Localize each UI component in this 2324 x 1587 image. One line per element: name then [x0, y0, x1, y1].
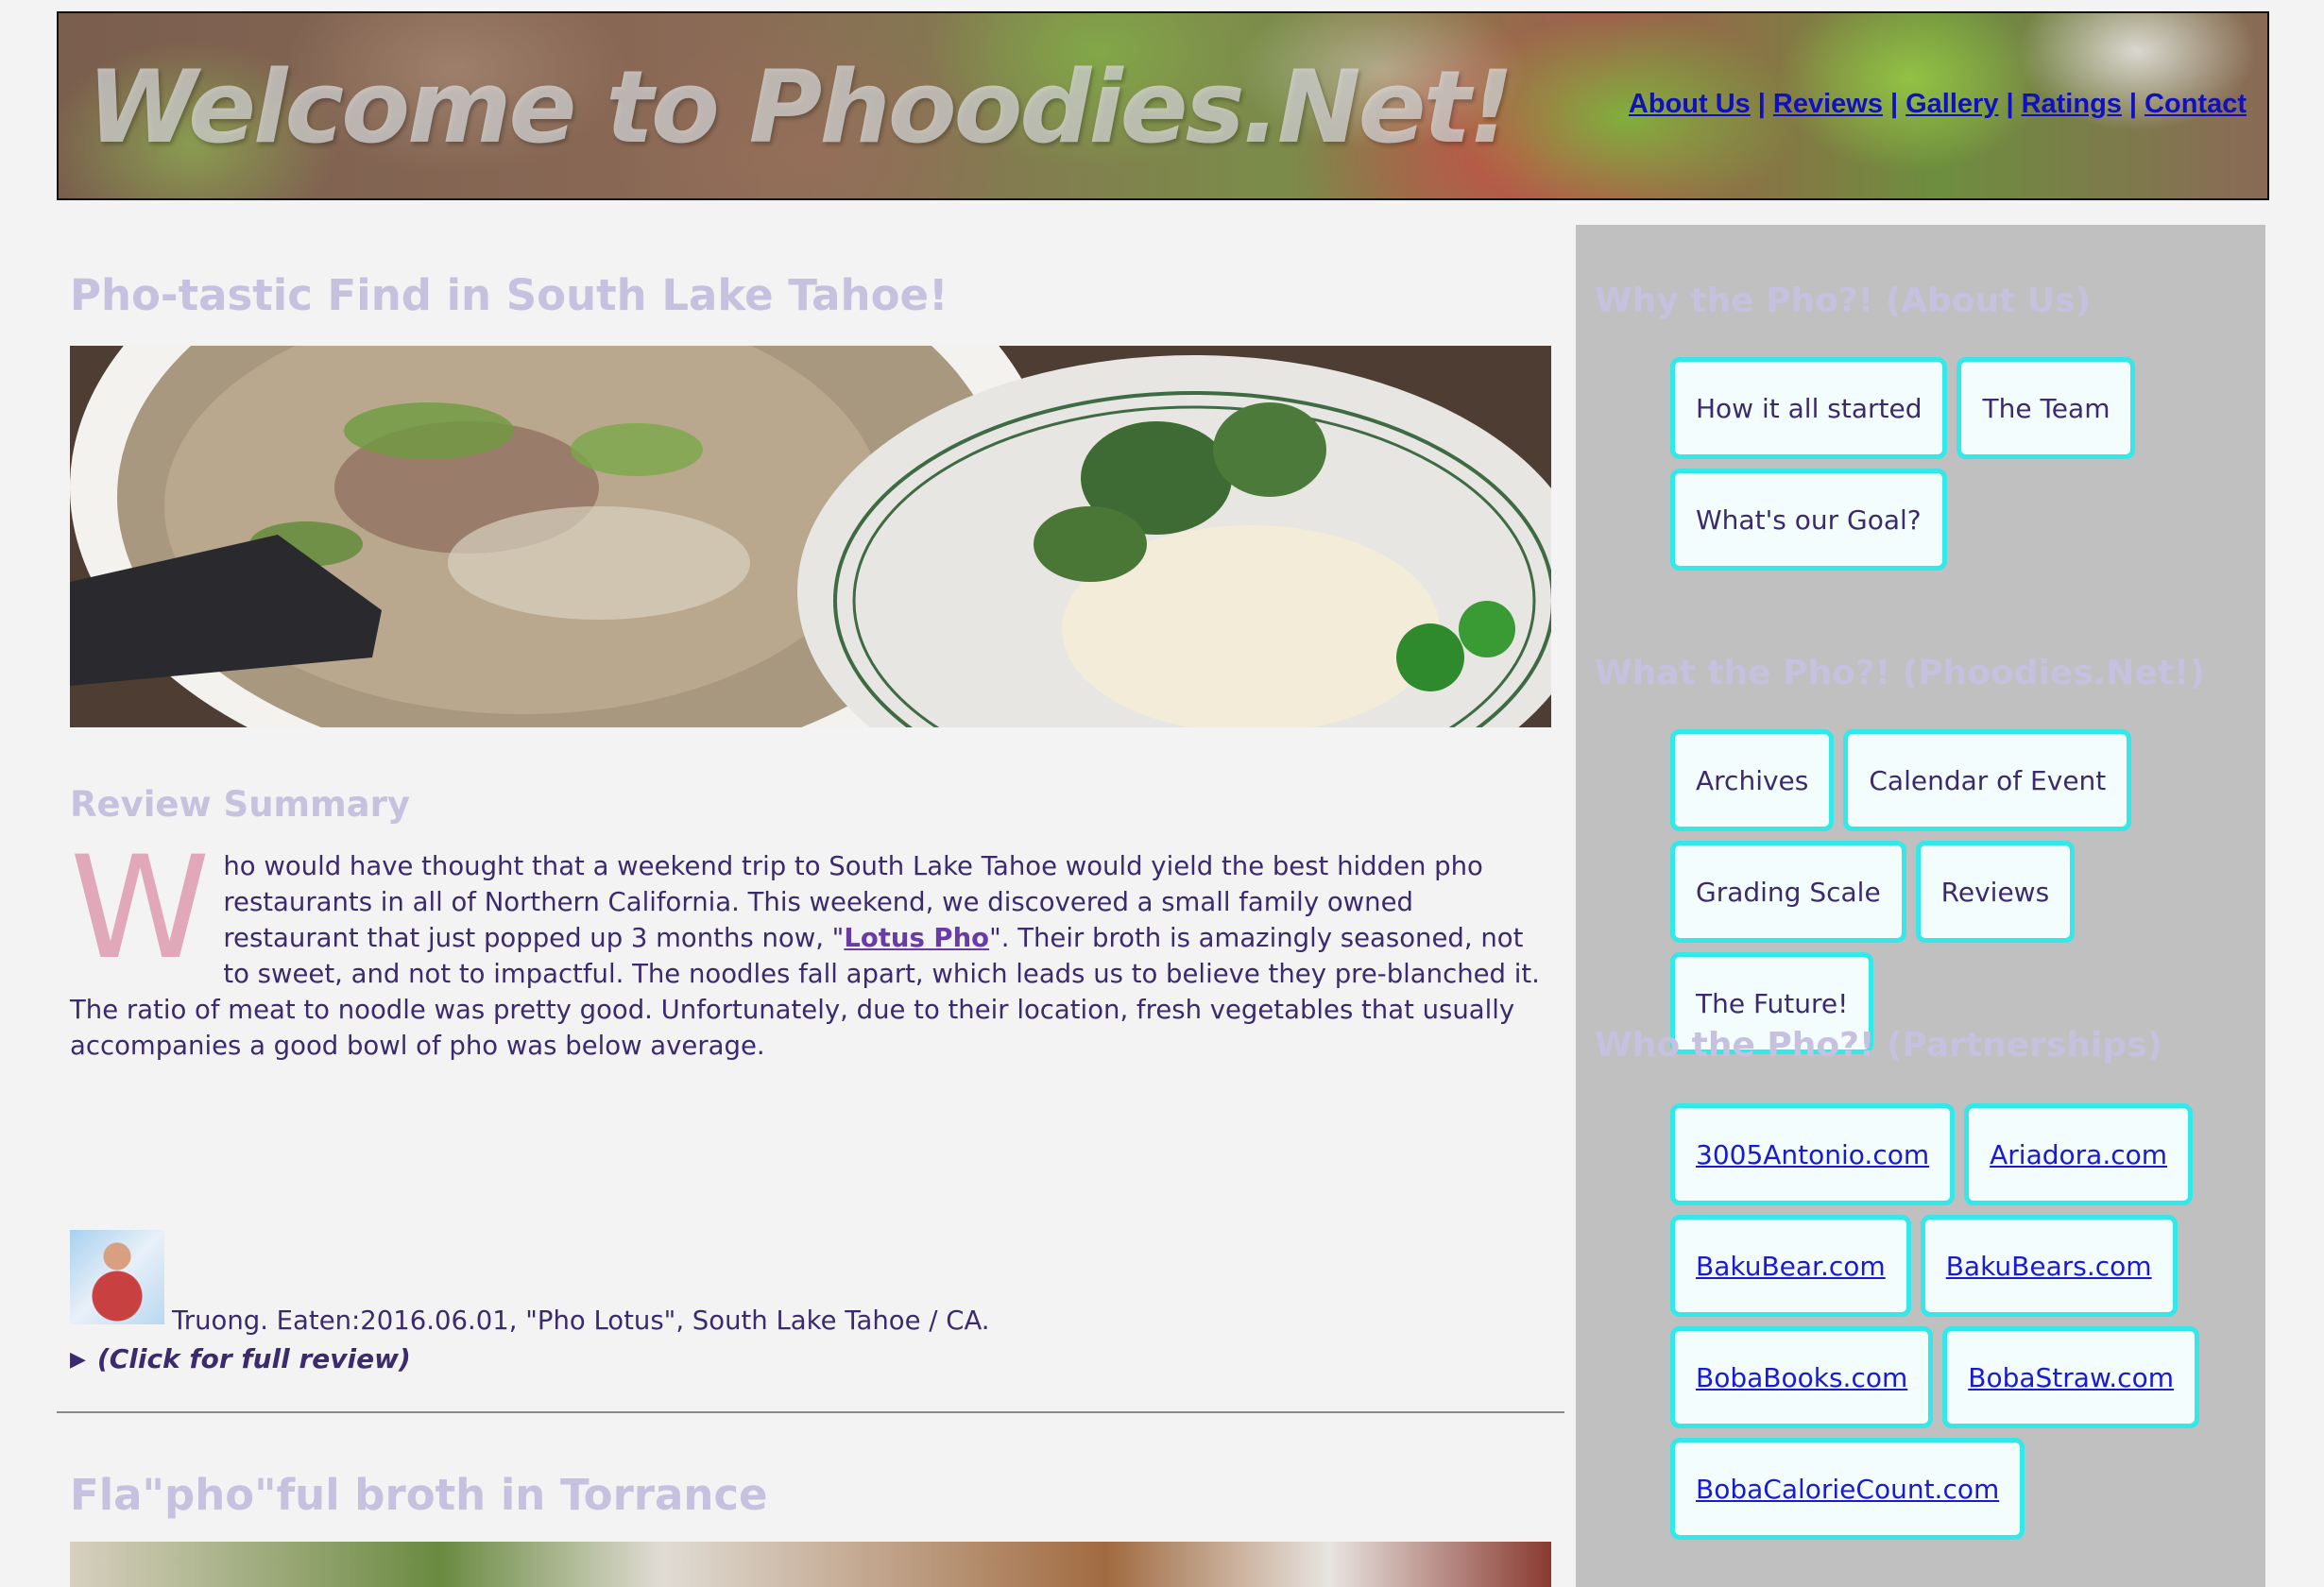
pho-photo	[70, 346, 1551, 727]
post-divider	[57, 1411, 1564, 1413]
nav-link-contact[interactable]: Contact	[2145, 89, 2247, 119]
review-summary-text: Who would have thought that a weekend tr…	[70, 827, 1553, 1064]
partner-link-button[interactable]: BobaBooks.com	[1670, 1326, 1934, 1428]
archives-button[interactable]: Archives	[1670, 729, 1835, 831]
partner-link[interactable]: 3005Antonio.com	[1696, 1139, 1929, 1170]
header-banner: Welcome to Phoodies.Net! About Us | Review…	[57, 11, 2269, 200]
main-content: Pho-tastic Find in South Lake Tahoe! Rev	[57, 225, 1564, 1587]
phoodies-button-group: Archives Calendar of Event Grading Scale…	[1670, 729, 2237, 1054]
partnerships-button-group: 3005Antonio.com Ariadora.com BakuBear.co…	[1670, 1103, 2237, 1540]
full-review-toggle[interactable]: ▶ (Click for full review)	[70, 1343, 411, 1374]
partner-link-button[interactable]: 3005Antonio.com	[1670, 1103, 1956, 1205]
nav-link-gallery[interactable]: Gallery	[1905, 89, 1998, 119]
full-review-label: (Click for full review)	[96, 1343, 411, 1374]
partner-link[interactable]: BakuBear.com	[1696, 1251, 1886, 1282]
post-title: Fla"pho"ful broth in Torrance	[70, 1470, 768, 1520]
partner-link[interactable]: BobaCalorieCount.com	[1696, 1474, 1999, 1505]
site-title: Welcome to Phoodies.Net!	[87, 49, 1514, 165]
partner-link[interactable]: BobaBooks.com	[1696, 1362, 1907, 1393]
the-team-button[interactable]: The Team	[1957, 357, 2136, 459]
grading-scale-button[interactable]: Grading Scale	[1670, 841, 1906, 943]
our-goal-button[interactable]: What's our Goal?	[1670, 469, 1947, 571]
how-it-all-started-button[interactable]: How it all started	[1670, 357, 1948, 459]
drop-cap: W	[70, 827, 211, 991]
post-hero-image	[70, 346, 1551, 727]
nav-link-reviews[interactable]: Reviews	[1773, 89, 1883, 119]
sidebar-heading-about: Why the Pho?! (About Us)	[1595, 282, 2092, 320]
review-summary-heading: Review Summary	[70, 784, 410, 825]
partner-link-button[interactable]: BobaCalorieCount.com	[1670, 1438, 2025, 1540]
partner-link-button[interactable]: Ariadora.com	[1964, 1103, 2194, 1205]
post-hero-image	[70, 1542, 1551, 1587]
top-nav: About Us | Reviews | Gallery | Ratings | Contact	[1629, 89, 2247, 120]
partner-link[interactable]: Ariadora.com	[1990, 1139, 2167, 1170]
partner-link-button[interactable]: BobaStraw.com	[1942, 1326, 2199, 1428]
author-avatar	[70, 1230, 164, 1324]
nav-separator: |	[1757, 89, 1766, 119]
nav-link-about-us[interactable]: About Us	[1629, 89, 1751, 119]
partner-link[interactable]: BobaStraw.com	[1968, 1362, 2174, 1393]
review-byline: Truong. Eaten:2016.06.01, "Pho Lotus", S…	[172, 1305, 990, 1336]
sidebar-heading-partnerships: Who the Pho?! (Partnerships)	[1595, 1026, 2162, 1065]
nav-separator: |	[2128, 89, 2138, 119]
nav-link-ratings[interactable]: Ratings	[2022, 89, 2122, 119]
reviews-button[interactable]: Reviews	[1915, 841, 2076, 943]
nav-separator: |	[1889, 89, 1899, 119]
restaurant-link[interactable]: Lotus Pho	[844, 923, 989, 953]
sidebar-heading-phoodies: What the Pho?! (Phoodies.Net!)	[1595, 654, 2205, 692]
about-button-group: How it all started The Team What's our G…	[1670, 357, 2237, 571]
partner-link[interactable]: BakuBears.com	[1946, 1251, 2152, 1282]
post-title: Pho-tastic Find in South Lake Tahoe!	[70, 270, 948, 320]
disclosure-triangle-icon: ▶	[70, 1348, 86, 1372]
nav-separator: |	[2006, 89, 2014, 119]
sidebar: Why the Pho?! (About Us) How it all star…	[1576, 225, 2265, 1587]
partner-link-button[interactable]: BakuBears.com	[1920, 1215, 2178, 1317]
partner-link-button[interactable]: BakuBear.com	[1670, 1215, 1911, 1317]
calendar-of-event-button[interactable]: Calendar of Event	[1843, 729, 2132, 831]
